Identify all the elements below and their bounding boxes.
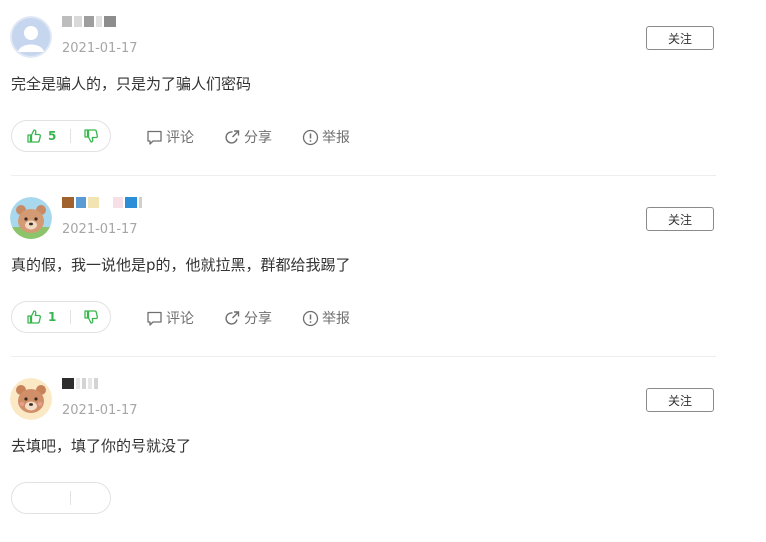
comment-text: 去填吧，填了你的号就没了: [11, 437, 192, 455]
dislike-button[interactable]: [71, 483, 110, 513]
comment-text: 真的假，我一说他是p的，他就拉黑，群都给我踢了: [11, 256, 351, 274]
dislike-button[interactable]: [71, 121, 110, 151]
report-icon: [302, 129, 319, 145]
like-button[interactable]: 1: [12, 302, 70, 332]
comment-item: 2021-01-17 关注 去填吧，填了你的号就没了: [0, 362, 766, 542]
bear-icon: [10, 197, 52, 239]
share-icon: [225, 129, 240, 144]
vote-group: [11, 482, 111, 514]
comment-action-label: 评论: [166, 130, 194, 146]
report-action-label: 举报: [322, 130, 350, 146]
avatar[interactable]: [10, 197, 52, 239]
divider: [11, 175, 716, 176]
username-redacted[interactable]: [62, 195, 142, 209]
report-action-label: 举报: [322, 311, 350, 327]
comment-date: 2021-01-17: [62, 222, 138, 237]
username-redacted[interactable]: [62, 376, 98, 390]
comment-action[interactable]: 评论: [146, 127, 194, 147]
report-action[interactable]: 举报: [302, 127, 350, 147]
thumbs-down-icon: [83, 310, 98, 324]
comment-action[interactable]: 评论: [146, 308, 194, 328]
comment-action-label: 评论: [166, 311, 194, 327]
comment-item: 2021-01-17 关注 真的假，我一说他是p的，他就拉黑，群都给我踢了 1 …: [0, 181, 766, 361]
username-redacted[interactable]: [62, 14, 116, 28]
default-user-icon: [10, 16, 52, 58]
vote-group: 5: [11, 120, 111, 152]
share-action[interactable]: 分享: [224, 127, 272, 147]
share-action-label: 分享: [244, 130, 272, 146]
share-icon: [225, 310, 240, 325]
comment-text: 完全是骗人的，只是为了骗人们密码: [11, 75, 252, 93]
like-button[interactable]: [12, 483, 70, 513]
follow-button[interactable]: 关注: [646, 26, 714, 50]
like-count: 5: [48, 129, 57, 143]
comment-date: 2021-01-17: [62, 403, 138, 418]
vote-group: 1: [11, 301, 111, 333]
avatar[interactable]: [10, 378, 52, 420]
share-action-label: 分享: [244, 311, 272, 327]
thumbs-down-icon: [83, 129, 98, 143]
comment-date: 2021-01-17: [62, 41, 138, 56]
follow-button[interactable]: 关注: [646, 388, 714, 412]
dislike-button[interactable]: [71, 302, 110, 332]
like-count: 1: [48, 310, 57, 324]
share-action[interactable]: 分享: [224, 308, 272, 328]
report-action[interactable]: 举报: [302, 308, 350, 328]
divider: [11, 356, 716, 357]
comment-item: 2021-01-17 关注 完全是骗人的，只是为了骗人们密码 5 评论 分享 举…: [0, 0, 766, 180]
like-button[interactable]: 5: [12, 121, 70, 151]
thumbs-up-icon: [27, 310, 41, 324]
report-icon: [302, 310, 319, 326]
bear-icon: [10, 378, 52, 420]
avatar[interactable]: [10, 16, 52, 58]
comment-bubble-icon: [147, 311, 162, 326]
thumbs-up-icon: [27, 129, 41, 143]
comment-bubble-icon: [147, 130, 162, 145]
follow-button[interactable]: 关注: [646, 207, 714, 231]
